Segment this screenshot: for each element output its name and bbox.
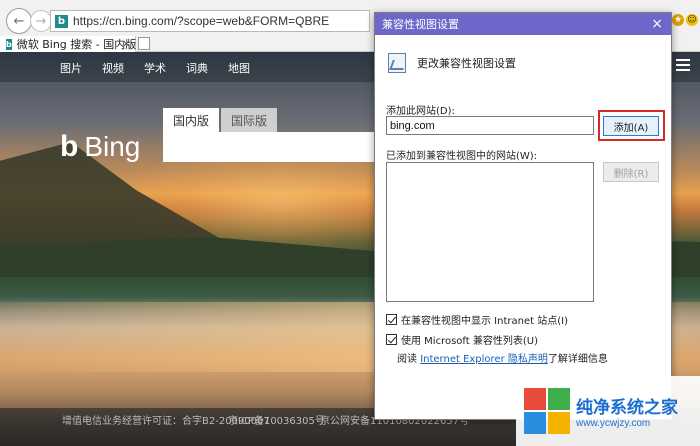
toolbar-icons: ★ ☺ — [672, 14, 698, 26]
back-arrow-icon: ← — [13, 13, 25, 29]
back-button[interactable]: ← — [6, 8, 32, 34]
search-region-tabs: 国内版 国际版 — [163, 108, 278, 132]
tab-title: 微软 Bing 搜索 - 国内版 — [16, 38, 137, 51]
nav-videos[interactable]: 视频 — [102, 60, 124, 76]
read-suffix: 了解详细信息 — [547, 354, 608, 365]
ms-list-checkbox-label: 使用 Microsoft 兼容性列表(U) — [401, 336, 538, 347]
bing-logo: b Bing — [60, 130, 140, 164]
tab-international[interactable]: 国际版 — [221, 108, 278, 132]
watermark: 纯净系统之家 www.ycwjzy.com — [516, 376, 700, 446]
bing-favicon-icon: b — [55, 14, 68, 28]
ms-list-checkbox-row[interactable]: 使用 Microsoft 兼容性列表(U) — [386, 332, 538, 347]
watermark-name: 纯净系统之家 — [576, 398, 678, 418]
forward-arrow-icon: → — [35, 13, 47, 29]
tab-close-icon[interactable]: × — [122, 37, 131, 50]
site-list[interactable] — [386, 162, 594, 302]
bing-tab-icon: b — [6, 38, 12, 50]
site-list-label: 已添加到兼容性视图中的网站(W): — [386, 151, 538, 162]
nav-academic[interactable]: 学术 — [144, 60, 166, 76]
compat-view-dialog: 兼容性视图设置 × 更改兼容性视图设置 添加此网站(D): 添加(A) 已添加到… — [374, 12, 672, 420]
read-prefix: 阅读 — [397, 354, 417, 365]
privacy-row: 阅读 Internet Explorer 隐私声明了解详细信息 — [397, 350, 608, 365]
address-text: https://cn.bing.com/?scope=web&FORM=QBRE — [73, 14, 330, 28]
search-input[interactable] — [163, 132, 378, 162]
footer-icp[interactable]: 京ICP备10036305号 — [228, 412, 325, 427]
browser-tab[interactable]: b 微软 Bing 搜索 - 国内版 × — [0, 36, 136, 52]
watermark-url: www.ycwjzy.com — [576, 418, 651, 429]
add-button[interactable]: 添加(A) — [603, 116, 659, 136]
dialog-title-bar: 兼容性视图设置 — [375, 13, 671, 35]
ms-list-checkbox[interactable] — [386, 334, 397, 345]
smiley-icon[interactable]: ☺ — [686, 14, 698, 26]
address-bar[interactable]: b https://cn.bing.com/?scope=web&FORM=QB… — [50, 10, 370, 32]
close-icon[interactable]: × — [651, 16, 663, 32]
nav-images[interactable]: 图片 — [60, 60, 82, 76]
dialog-title: 兼容性视图设置 — [382, 18, 459, 31]
intranet-checkbox-row[interactable]: 在兼容性视图中显示 Intranet 站点(I) — [386, 312, 568, 327]
menu-icon[interactable] — [676, 59, 690, 71]
star-icon[interactable]: ★ — [672, 14, 684, 26]
new-tab-button[interactable] — [138, 37, 150, 50]
tab-domestic[interactable]: 国内版 — [163, 108, 220, 132]
site-input[interactable] — [386, 116, 594, 135]
nav-dictionary[interactable]: 词典 — [186, 60, 208, 76]
bing-wordmark: Bing — [84, 131, 141, 162]
intranet-checkbox[interactable] — [386, 314, 397, 325]
dialog-heading: 更改兼容性视图设置 — [417, 57, 516, 70]
forward-button[interactable]: → — [30, 10, 52, 32]
intranet-checkbox-label: 在兼容性视图中显示 Intranet 站点(I) — [401, 316, 568, 327]
remove-button[interactable]: 删除(R) — [603, 162, 659, 182]
watermark-text: 纯净系统之家 www.ycwjzy.com — [576, 393, 678, 429]
privacy-link[interactable]: Internet Explorer 隐私声明 — [420, 354, 548, 365]
windows-logo-icon — [524, 388, 570, 434]
add-site-label: 添加此网站(D): — [386, 106, 455, 117]
nav-maps[interactable]: 地图 — [228, 60, 250, 76]
bing-b-icon: b — [60, 130, 79, 163]
compat-view-icon — [388, 53, 406, 73]
